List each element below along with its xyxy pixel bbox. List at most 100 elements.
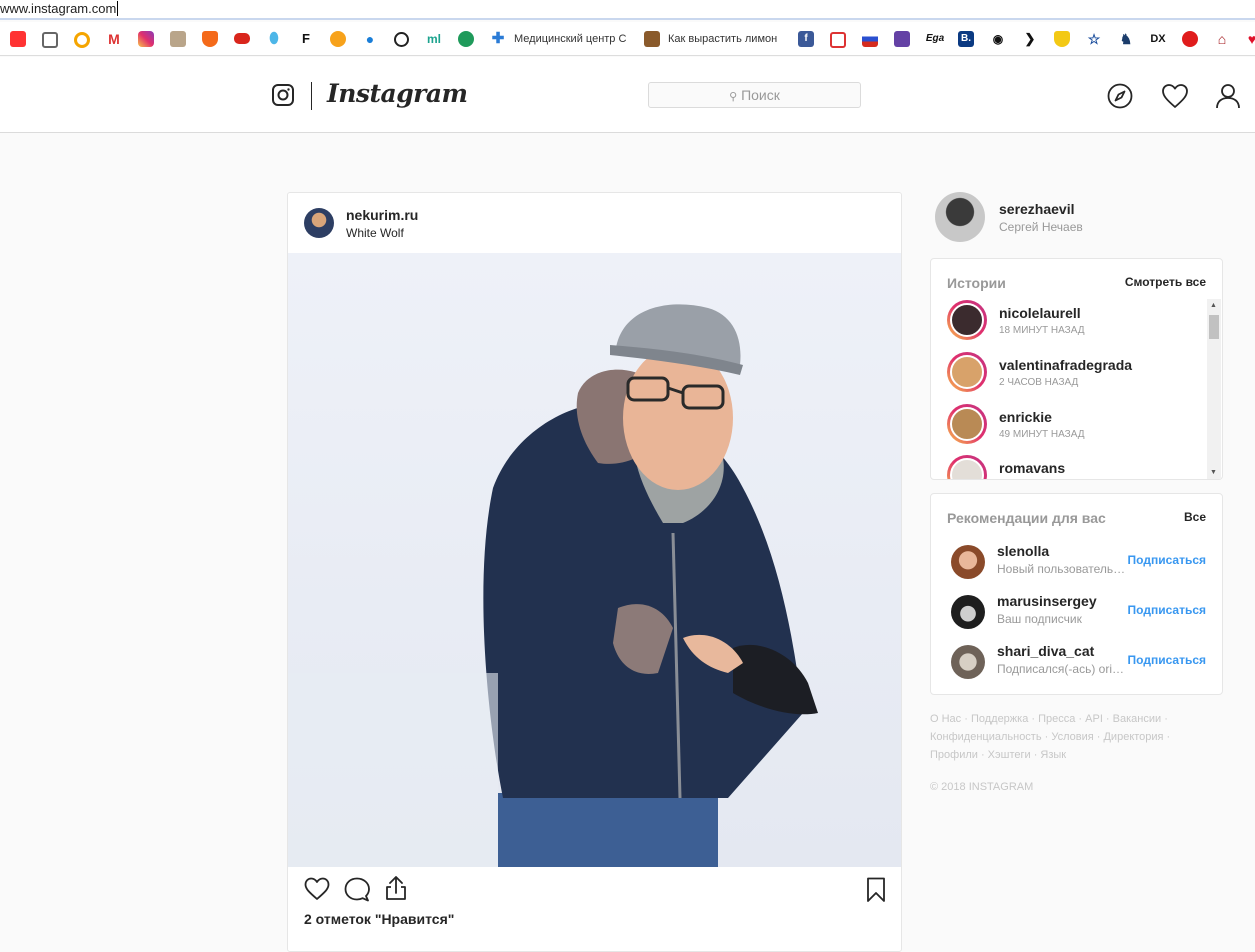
suggestion-avatar[interactable]	[951, 595, 985, 629]
instagram-logo-icon[interactable]	[272, 84, 294, 106]
story-avatar	[950, 407, 984, 441]
story-time: 18 МИНУТ НАЗАД	[999, 325, 1085, 336]
lemon-icon[interactable]	[644, 31, 660, 47]
save-bookmark-icon[interactable]	[866, 877, 886, 903]
story-ring	[947, 455, 987, 479]
facebook-icon[interactable]: f	[798, 31, 814, 47]
comment-bubble-icon[interactable]	[344, 877, 370, 903]
chat-icon[interactable]	[830, 32, 846, 48]
story-username: enrickie	[999, 409, 1052, 425]
post-author-username[interactable]: nekurim.ru	[346, 207, 418, 223]
follow-button[interactable]: Подписаться	[1128, 653, 1206, 667]
story-time: 49 МИНУТ НАЗАД	[999, 429, 1085, 440]
footer-copyright: © 2018 INSTAGRAM	[930, 781, 1034, 793]
own-profile-avatar[interactable]	[935, 192, 985, 242]
share-upload-icon[interactable]	[384, 875, 408, 901]
suggestion-reason: Новый пользователь Instagram	[997, 562, 1127, 576]
film-icon[interactable]	[330, 31, 346, 47]
bookmark-grow-lemon[interactable]: Как вырастить лимон	[668, 31, 778, 47]
story-time: 2 ЧАСОВ НАЗАД	[999, 377, 1079, 388]
post-photo[interactable]	[288, 253, 901, 867]
game-icon[interactable]	[170, 31, 186, 47]
own-profile-full-name: Сергей Нечаев	[999, 220, 1083, 234]
globe-icon[interactable]	[458, 31, 474, 47]
suggestion-reason: Ваш подписчик	[997, 612, 1082, 626]
dx-icon[interactable]: DX	[1148, 31, 1168, 47]
suggestion-username[interactable]: shari_diva_cat	[997, 643, 1094, 659]
activity-heart-icon[interactable]	[1161, 83, 1189, 109]
search-box[interactable]: ⚲ Поиск	[648, 82, 861, 108]
top-navigation: Instagram ⚲ Поиск	[0, 57, 1255, 133]
story-username: romavans	[999, 460, 1066, 476]
address-bar-url: www.instagram.com	[0, 1, 117, 16]
q-icon[interactable]	[74, 32, 90, 48]
bookmark-medical-center[interactable]: Медицинский центр С	[514, 31, 630, 47]
post-author-avatar[interactable]	[304, 208, 334, 238]
suggestions-see-all-link[interactable]: Все	[1184, 510, 1206, 524]
stories-panel: Истории Смотреть все nicolelaurell 18 МИ…	[930, 258, 1223, 480]
own-profile-username[interactable]: serezhaevil	[999, 201, 1075, 217]
stories-title: Истории	[947, 275, 1006, 291]
suggestion-reason: Подписался(-ась) oricat	[997, 662, 1127, 676]
story-username: nicolelaurell	[999, 305, 1081, 321]
heart-bookmark-icon[interactable]: ♥	[1244, 31, 1255, 47]
story-item[interactable]: enrickie 49 МИНУТ НАЗАД	[947, 404, 1207, 456]
photo-man-in-jacket	[288, 253, 901, 867]
instagram-wordmark[interactable]: Instagram	[327, 79, 468, 108]
block-icon[interactable]	[1182, 31, 1198, 47]
gmail-icon[interactable]: M	[106, 31, 122, 47]
bookmarks-bar: M ⬮ F ● ml ✚ Медицинский центр С Как выр…	[0, 22, 1255, 56]
story-item-partial[interactable]: romavans	[947, 455, 1207, 479]
story-avatar	[950, 355, 984, 389]
medical-cross-icon[interactable]: ✚	[490, 31, 506, 47]
news-icon[interactable]	[42, 32, 58, 48]
ml-icon[interactable]: ml	[424, 31, 444, 47]
post-like-count[interactable]: 2 отметок "Нравится"	[304, 911, 454, 927]
suggestions-title: Рекомендации для вас	[947, 510, 1106, 526]
scrollbar-thumb[interactable]	[1209, 315, 1219, 339]
address-bar[interactable]: www.instagram.com	[0, 0, 1255, 20]
story-ring	[947, 404, 987, 444]
horse-icon[interactable]: ♞	[1118, 31, 1134, 47]
twitch-icon[interactable]	[894, 31, 910, 47]
follow-button[interactable]: Подписаться	[1128, 603, 1206, 617]
follow-button[interactable]: Подписаться	[1128, 553, 1206, 567]
flag-ru-icon[interactable]	[862, 31, 878, 47]
footer-links[interactable]: О Нас · Поддержка · Пресса · API · Вакан…	[930, 710, 1200, 764]
bird-icon[interactable]: ❯	[1022, 31, 1038, 47]
mail-icon[interactable]	[10, 31, 26, 47]
suggestion-avatar[interactable]	[951, 545, 985, 579]
stories-scrollbar[interactable]: ▲ ▼	[1207, 299, 1221, 479]
scroll-down-arrow-icon[interactable]: ▼	[1210, 469, 1217, 476]
text-caret	[117, 1, 119, 16]
profile-person-icon[interactable]	[1215, 83, 1241, 109]
tripadvisor-icon[interactable]: ◉	[990, 31, 1006, 47]
suggestion-username[interactable]: marusinsergey	[997, 593, 1097, 609]
ega-icon[interactable]: Ega	[924, 31, 946, 47]
booking-icon[interactable]: B.	[958, 31, 974, 47]
f-icon[interactable]: F	[298, 31, 314, 47]
glasses-icon[interactable]	[234, 33, 250, 44]
logo-divider	[311, 82, 312, 110]
story-item[interactable]: nicolelaurell 18 МИНУТ НАЗАД	[947, 300, 1207, 352]
like-heart-icon[interactable]	[304, 877, 330, 901]
star-icon[interactable]: ☆	[1086, 31, 1102, 47]
at-icon[interactable]	[394, 32, 409, 47]
feed-post: nekurim.ru White Wolf 2 отметок "Нравитс…	[287, 192, 902, 952]
stories-see-all-link[interactable]: Смотреть все	[1125, 275, 1206, 289]
story-avatar	[950, 303, 984, 337]
story-ring	[947, 352, 987, 392]
explore-compass-icon[interactable]	[1107, 83, 1133, 109]
map-pin-icon[interactable]: ⬮	[266, 31, 282, 47]
drop-icon[interactable]: ●	[362, 31, 378, 47]
badge-icon[interactable]	[1054, 31, 1070, 47]
suggestion-username[interactable]: slenolla	[997, 543, 1049, 559]
story-username: valentinafradegrada	[999, 357, 1133, 373]
story-item[interactable]: valentinafradegrada 2 ЧАСОВ НАЗАД	[947, 352, 1207, 404]
post-location[interactable]: White Wolf	[346, 226, 404, 240]
house-icon[interactable]: ⌂	[1214, 31, 1230, 47]
instagram-icon[interactable]	[138, 31, 154, 47]
scroll-up-arrow-icon[interactable]: ▲	[1210, 302, 1217, 309]
shield-icon[interactable]	[202, 31, 218, 47]
suggestion-avatar[interactable]	[951, 645, 985, 679]
